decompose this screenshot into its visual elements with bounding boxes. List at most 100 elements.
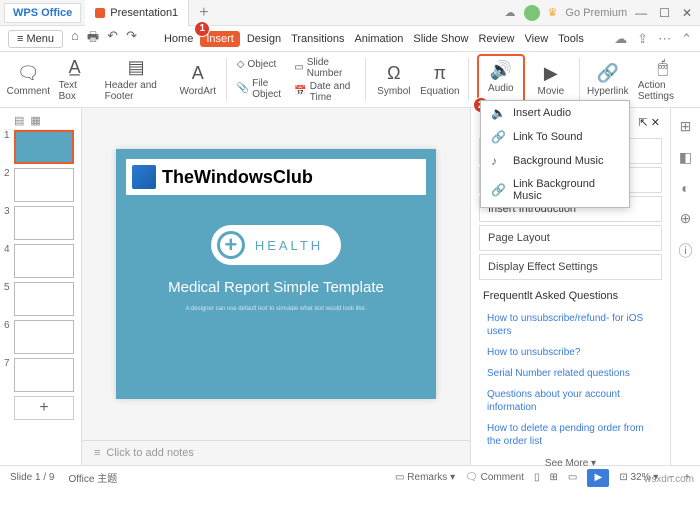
view-reading-icon[interactable]: ▭ <box>568 472 577 483</box>
slide-title: Medical Report Simple Template <box>168 279 384 296</box>
minimize-icon[interactable]: — <box>635 6 647 20</box>
doc-title: Presentation1 <box>110 7 178 19</box>
notes-area[interactable]: ≡ Click to add notes <box>82 440 470 465</box>
close-icon[interactable]: ✕ <box>682 6 692 20</box>
speaker-icon: 🔈 <box>491 106 505 120</box>
slidenumber-button[interactable]: ▭ Slide Number <box>294 57 355 79</box>
tab-insert[interactable]: 1Insert <box>200 31 240 47</box>
layout-item[interactable]: Page Layout <box>479 225 662 251</box>
link-bgm-item[interactable]: 🔗Link Background Music <box>481 173 629 207</box>
logo-icon <box>132 165 156 189</box>
tool-3-icon[interactable]: ◐ <box>681 180 689 196</box>
tool-1-icon[interactable]: ⊞ <box>680 118 692 135</box>
thumb-1[interactable]: 1 <box>4 130 77 164</box>
go-premium[interactable]: Go Premium <box>565 7 627 19</box>
bgm-item[interactable]: ♪Background Music <box>481 149 629 173</box>
share-icon[interactable]: ⇪ <box>637 31 648 47</box>
close-panel-icon[interactable]: ✕ <box>651 117 660 129</box>
see-more[interactable]: See More ▾ <box>475 458 666 469</box>
home-icon[interactable]: ⌂ <box>71 28 79 50</box>
symbol-button[interactable]: ΩSymbol <box>374 54 414 105</box>
comment-button[interactable]: 🗨Comment <box>8 54 49 105</box>
add-slide-button[interactable]: + <box>14 396 74 420</box>
thumb-5[interactable]: 5 <box>4 282 77 316</box>
thumb-3[interactable]: 3 <box>4 206 77 240</box>
effect-item[interactable]: Display Effect Settings <box>479 254 662 280</box>
faq-link-5[interactable]: How to delete a pending order from the o… <box>475 418 666 452</box>
object-button[interactable]: ◇ Object <box>237 59 285 70</box>
wordart-button[interactable]: AWordArt <box>178 54 218 105</box>
tab-home[interactable]: Home <box>161 31 196 47</box>
tool-5-icon[interactable]: ⓘ <box>679 241 693 261</box>
equation-button[interactable]: πEquation <box>420 54 460 105</box>
hyperlink-button[interactable]: 🔗Hyperlink <box>588 54 628 105</box>
outline-icon[interactable]: ▤ <box>14 114 24 127</box>
movie-button[interactable]: ▶Movie <box>531 54 571 105</box>
datetime-button[interactable]: 📅 Date and Time <box>294 81 355 103</box>
collapse-icon[interactable]: ⌃ <box>681 31 692 47</box>
theme-name: Office 主题 <box>68 470 117 485</box>
tab-design[interactable]: Design <box>244 31 284 47</box>
link-icon: 🔗 <box>491 130 505 144</box>
action-icon: 🖱 <box>658 57 669 78</box>
wordart-icon: A <box>192 63 204 84</box>
cloud-sync-icon[interactable]: ☁ <box>614 31 627 47</box>
maximize-icon[interactable]: ☐ <box>659 6 670 20</box>
thumb-2[interactable]: 2 <box>4 168 77 202</box>
view-sorter-icon[interactable]: ⊞ <box>549 472 557 483</box>
tab-tools[interactable]: Tools <box>555 31 587 47</box>
tab-review[interactable]: Review <box>475 31 517 47</box>
redo-icon[interactable]: ↷ <box>126 28 137 50</box>
undo-icon[interactable]: ↶ <box>107 28 118 50</box>
faq-link-3[interactable]: Serial Number related questions <box>475 363 666 384</box>
crown-icon: ♛ <box>548 6 558 19</box>
faq-link-4[interactable]: Questions about your account information <box>475 384 666 418</box>
tab-view[interactable]: View <box>522 31 552 47</box>
avatar[interactable] <box>524 5 540 21</box>
slide-subtitle: A designer can use default text to simul… <box>186 306 367 312</box>
view-normal-icon[interactable]: ▯ <box>534 472 540 483</box>
app-badge: WPS Office <box>4 3 81 23</box>
brand-bar: TheWindowsClub <box>126 159 426 195</box>
insert-audio-item[interactable]: 🔈Insert Audio <box>481 101 629 125</box>
faq-link-2[interactable]: How to unsubscribe? <box>475 342 666 363</box>
document-tab[interactable]: Presentation1 <box>85 0 189 26</box>
tab-slideshow[interactable]: Slide Show <box>410 31 471 47</box>
hyperlink-icon: 🔗 <box>597 63 619 84</box>
header-footer-button[interactable]: ▤Header and Footer <box>101 54 172 105</box>
plus-icon: + <box>217 231 245 259</box>
slides-icon[interactable]: ▦ <box>30 114 40 127</box>
save-icon[interactable]: 🖶 <box>87 28 99 50</box>
tab-animation[interactable]: Animation <box>351 31 406 47</box>
textbox-icon: A̲ <box>69 57 81 78</box>
textbox-button[interactable]: A̲Text Box <box>55 54 95 105</box>
slide-canvas[interactable]: TheWindowsClub +HEALTH Medical Report Si… <box>116 149 436 399</box>
link-sound-item[interactable]: 🔗Link To Sound <box>481 125 629 149</box>
badge-1: 1 <box>194 21 210 37</box>
more-icon[interactable]: ⋯ <box>658 31 671 47</box>
fileobject-button[interactable]: 📎 File Object <box>237 78 285 100</box>
thumb-6[interactable]: 6 <box>4 320 77 354</box>
tool-4-icon[interactable]: ⊕ <box>680 210 692 227</box>
music-icon: ♪ <box>491 154 505 168</box>
pin-icon[interactable]: ⇱ <box>639 117 648 129</box>
comment-button-status[interactable]: 🗨 Comment <box>465 472 524 483</box>
action-button[interactable]: 🖱Action Settings <box>634 54 692 105</box>
equation-icon: π <box>434 63 446 84</box>
link-music-icon: 🔗 <box>491 183 505 197</box>
thumb-4[interactable]: 4 <box>4 244 77 278</box>
audio-icon: 🔊 <box>490 60 512 81</box>
faq-link-1[interactable]: How to unsubscribe/refund- for iOS users <box>475 308 666 342</box>
add-tab[interactable]: + <box>189 4 218 22</box>
tool-2-icon[interactable]: ◧ <box>679 149 692 166</box>
watermark: wsxdn.com <box>644 474 694 485</box>
remarks-button[interactable]: ▭ Remarks ▾ <box>395 472 455 483</box>
thumb-7[interactable]: 7 <box>4 358 77 392</box>
menu-button[interactable]: ≡ Menu <box>8 30 63 48</box>
audio-button[interactable]: 🔊Audio <box>481 58 521 96</box>
comment-icon: 🗨 <box>17 63 40 84</box>
slideshow-button[interactable]: ▶ <box>587 469 609 487</box>
tab-transitions[interactable]: Transitions <box>288 31 347 47</box>
cloud-icon[interactable]: ☁ <box>505 6 516 19</box>
audio-dropdown: 🔈Insert Audio 🔗Link To Sound ♪Background… <box>480 100 630 208</box>
